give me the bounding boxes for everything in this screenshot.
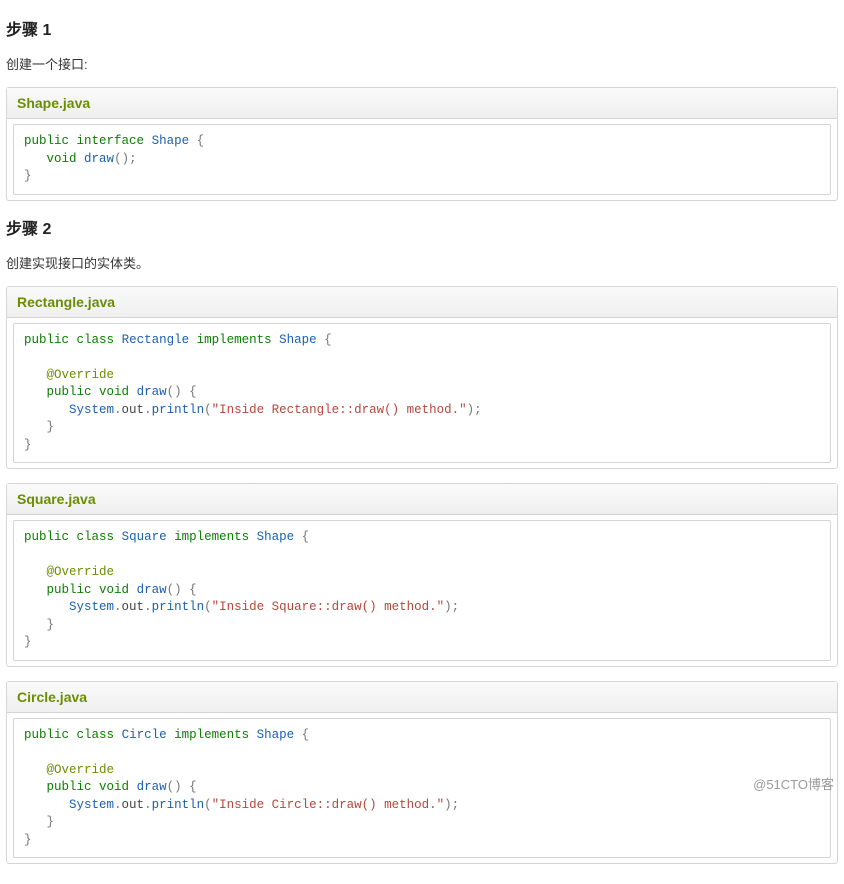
file-block-rectangle: Rectangle.java public class Rectangle im…	[6, 286, 838, 470]
code-box: public class Circle implements Shape { @…	[13, 718, 831, 859]
code-box: public class Rectangle implements Shape …	[13, 323, 831, 464]
code-content: public class Circle implements Shape { @…	[24, 727, 820, 850]
step-description: 创建一个接口:	[6, 54, 838, 73]
step-heading: 步骤 1	[6, 16, 838, 40]
file-block-square: Square.java public class Square implemen…	[6, 483, 838, 667]
file-title: Shape.java	[7, 88, 837, 119]
code-container: public interface Shape { void draw(); }	[7, 119, 837, 200]
step-heading: 步骤 2	[6, 215, 838, 239]
file-title: Square.java	[7, 484, 837, 515]
code-container: public class Rectangle implements Shape …	[7, 318, 837, 469]
code-content: public interface Shape { void draw(); }	[24, 133, 820, 186]
file-title: Rectangle.java	[7, 287, 837, 318]
file-title: Circle.java	[7, 682, 837, 713]
code-content: public class Rectangle implements Shape …	[24, 332, 820, 455]
code-box: public interface Shape { void draw(); }	[13, 124, 831, 195]
code-container: public class Circle implements Shape { @…	[7, 713, 837, 864]
step-description: 创建实现接口的实体类。	[6, 253, 838, 272]
file-block-shape: Shape.java public interface Shape { void…	[6, 87, 838, 201]
code-container: public class Square implements Shape { @…	[7, 515, 837, 666]
code-content: public class Square implements Shape { @…	[24, 529, 820, 652]
file-block-circle: Circle.java public class Circle implemen…	[6, 681, 838, 865]
code-box: public class Square implements Shape { @…	[13, 520, 831, 661]
